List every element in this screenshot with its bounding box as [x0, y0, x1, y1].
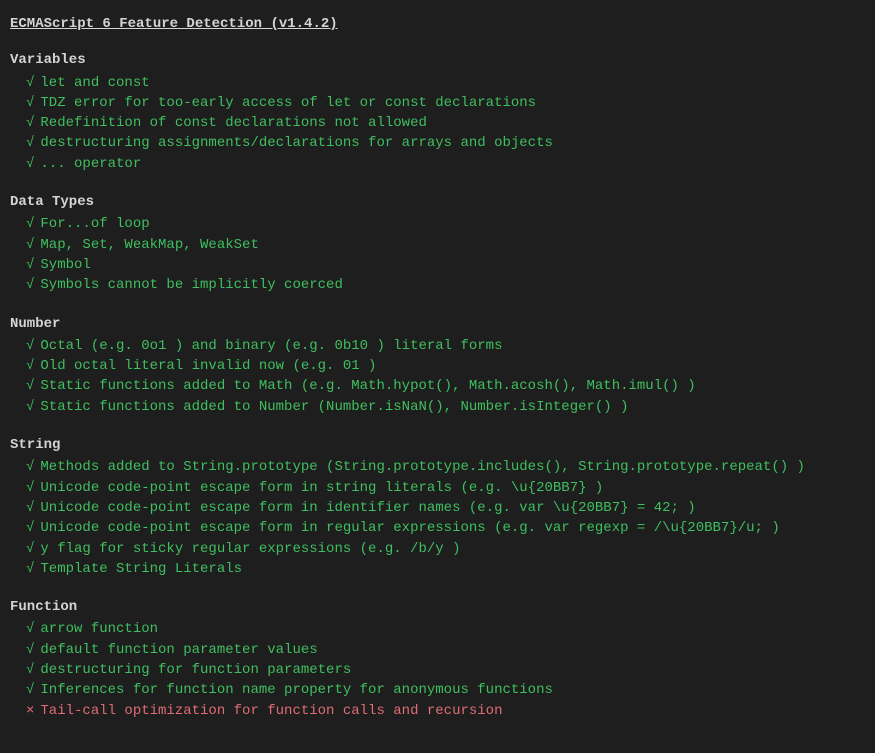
check-icon: √ — [26, 662, 34, 678]
feature-item: √ TDZ error for too-early access of let o… — [10, 93, 865, 113]
feature-item: √ Unicode code-point escape form in ident… — [10, 498, 865, 518]
feature-text: y flag for sticky regular expressions (e… — [40, 541, 460, 557]
sections-container: Variables √ let and const √ TDZ error for to… — [10, 50, 865, 721]
feature-text: Old octal literal invalid now (e.g. 01 ) — [40, 358, 376, 374]
check-icon: √ — [26, 358, 34, 374]
feature-text: Symbols cannot be implicitly coerced — [40, 277, 342, 293]
feature-item: √ Map, Set, WeakMap, WeakSet — [10, 235, 865, 255]
check-icon: √ — [26, 75, 34, 91]
feature-text: ... operator — [40, 156, 141, 172]
check-icon: √ — [26, 338, 34, 354]
check-icon: √ — [26, 257, 34, 273]
feature-text: default function parameter values — [40, 642, 317, 658]
feature-text: destructuring assignments/declarations f… — [40, 135, 552, 151]
check-icon: √ — [26, 135, 34, 151]
section: Function √ arrow function √ default function… — [10, 597, 865, 721]
feature-item: √ Old octal literal invalid now (e.g. 01 … — [10, 356, 865, 376]
feature-item: √ default function parameter values — [10, 640, 865, 660]
feature-item: √ Unicode code-point escape form in regul… — [10, 518, 865, 538]
section-header: Variables — [10, 50, 865, 70]
feature-item: √ Template String Literals — [10, 559, 865, 579]
feature-item: √ y flag for sticky regular expressions (… — [10, 539, 865, 559]
feature-text: For...of loop — [40, 216, 149, 232]
section: Number √ Octal (e.g. 0o1 ) and binary (e.g… — [10, 314, 865, 417]
check-icon: √ — [26, 378, 34, 394]
feature-item: √ For...of loop — [10, 214, 865, 234]
check-icon: √ — [26, 561, 34, 577]
cross-icon: × — [26, 703, 34, 719]
check-icon: √ — [26, 621, 34, 637]
feature-item: √ let and const — [10, 73, 865, 93]
feature-text: Redefinition of const declarations not a… — [40, 115, 426, 131]
feature-text: Methods added to String.prototype (Strin… — [40, 459, 805, 475]
page-title: ECMAScript 6 Feature Detection (v1.4.2) — [10, 14, 865, 34]
feature-item: √ Static functions added to Math (e.g. Ma… — [10, 376, 865, 396]
feature-text: Unicode code-point escape form in regula… — [40, 520, 779, 536]
feature-item: √ Redefinition of const declarations not … — [10, 113, 865, 133]
check-icon: √ — [26, 156, 34, 172]
feature-text: let and const — [40, 75, 149, 91]
feature-text: destructuring for function parameters — [40, 662, 351, 678]
check-icon: √ — [26, 642, 34, 658]
feature-item: √ arrow function — [10, 619, 865, 639]
feature-text: Inferences for function name property fo… — [40, 682, 552, 698]
check-icon: √ — [26, 95, 34, 111]
feature-text: arrow function — [40, 621, 158, 637]
feature-text: Symbol — [40, 257, 90, 273]
feature-item: √ destructuring assignments/declarations … — [10, 133, 865, 153]
feature-text: Unicode code-point escape form in string… — [40, 480, 603, 496]
feature-item: √ Inferences for function name property f… — [10, 680, 865, 700]
feature-text: Tail-call optimization for function call… — [40, 703, 502, 719]
feature-item: √ Unicode code-point escape form in strin… — [10, 478, 865, 498]
feature-item: √ ... operator — [10, 154, 865, 174]
section-header: Function — [10, 597, 865, 617]
check-icon: √ — [26, 541, 34, 557]
feature-text: Map, Set, WeakMap, WeakSet — [40, 237, 258, 253]
check-icon: √ — [26, 115, 34, 131]
check-icon: √ — [26, 399, 34, 415]
section-header: Data Types — [10, 192, 865, 212]
check-icon: √ — [26, 480, 34, 496]
feature-item: √ Symbol — [10, 255, 865, 275]
feature-item: √ Symbols cannot be implicitly coerced — [10, 275, 865, 295]
section: String √ Methods added to String.prototype… — [10, 435, 865, 579]
feature-item: √ Static functions added to Number (Numbe… — [10, 397, 865, 417]
section: Data Types √ For...of loop √ Map, Set, WeakM… — [10, 192, 865, 295]
feature-text: Static functions added to Math (e.g. Mat… — [40, 378, 695, 394]
check-icon: √ — [26, 682, 34, 698]
feature-item: √ Octal (e.g. 0o1 ) and binary (e.g. 0b10… — [10, 336, 865, 356]
check-icon: √ — [26, 277, 34, 293]
feature-item: √ Methods added to String.prototype (Stri… — [10, 457, 865, 477]
check-icon: √ — [26, 237, 34, 253]
feature-text: Static functions added to Number (Number… — [40, 399, 628, 415]
feature-text: TDZ error for too-early access of let or… — [40, 95, 536, 111]
check-icon: √ — [26, 500, 34, 516]
feature-item: √ destructuring for function parameters — [10, 660, 865, 680]
section: Variables √ let and const √ TDZ error for to… — [10, 50, 865, 174]
feature-item: × Tail-call optimization for function cal… — [10, 701, 865, 721]
check-icon: √ — [26, 520, 34, 536]
feature-text: Octal (e.g. 0o1 ) and binary (e.g. 0b10 … — [40, 338, 502, 354]
check-icon: √ — [26, 459, 34, 475]
check-icon: √ — [26, 216, 34, 232]
feature-text: Unicode code-point escape form in identi… — [40, 500, 695, 516]
section-header: Number — [10, 314, 865, 334]
section-header: String — [10, 435, 865, 455]
feature-text: Template String Literals — [40, 561, 242, 577]
